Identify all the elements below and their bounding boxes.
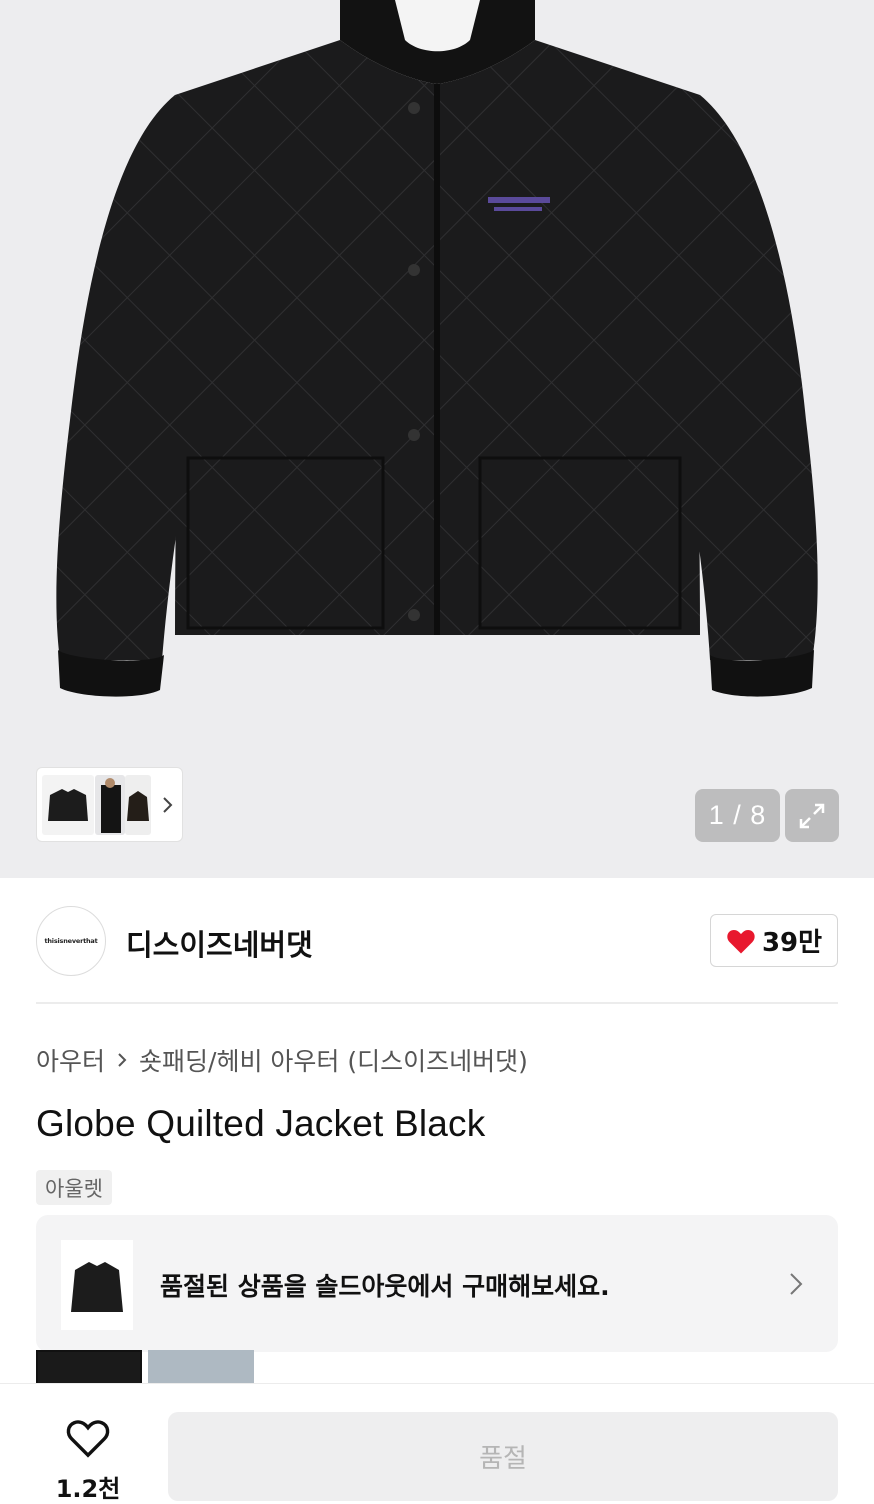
brand-like-button[interactable]: 39만 bbox=[710, 914, 838, 967]
breadcrumb-item-category[interactable]: 숏패딩/헤비 아우터 (디스이즈네버댓) bbox=[139, 1042, 528, 1078]
chevron-right-icon bbox=[118, 1053, 127, 1067]
soldout-banner-text: 품절된 상품을 솔드아웃에서 구매해보세요. bbox=[160, 1272, 610, 1301]
expand-icon bbox=[799, 803, 825, 828]
thumbnail-model[interactable] bbox=[95, 775, 125, 835]
image-counter: 1 / 8 bbox=[695, 789, 780, 842]
outlet-tag: 아울렛 bbox=[36, 1170, 112, 1205]
product-main-image bbox=[56, 0, 818, 697]
soldout-banner[interactable]: 품절된 상품을 솔드아웃에서 구매해보세요. bbox=[36, 1215, 838, 1352]
product-image-gallery[interactable]: 1 / 8 bbox=[0, 0, 874, 878]
heart-filled-icon bbox=[727, 929, 755, 953]
brand-name[interactable]: 디스이즈네버댓 bbox=[126, 922, 313, 964]
wishlist-count: 1.2천 bbox=[55, 1475, 121, 1503]
thumbnail-front[interactable] bbox=[42, 775, 94, 835]
product-title: Globe Quilted Jacket Black bbox=[36, 1103, 486, 1144]
color-option-black[interactable] bbox=[36, 1350, 142, 1386]
color-option-gray[interactable] bbox=[148, 1350, 254, 1386]
thumbnail-strip[interactable] bbox=[36, 767, 183, 842]
soldout-button[interactable]: 품절 bbox=[168, 1412, 838, 1501]
thumbnail-back[interactable] bbox=[125, 775, 151, 835]
expand-button[interactable] bbox=[785, 789, 839, 842]
brand-logo[interactable]: thisisneverthat bbox=[36, 906, 106, 976]
heart-outline-icon bbox=[66, 1420, 110, 1458]
breadcrumb: 아우터 숏패딩/헤비 아우터 (디스이즈네버댓) bbox=[36, 1042, 528, 1078]
chevron-right-icon bbox=[790, 1273, 803, 1295]
wishlist-button[interactable]: 1.2천 bbox=[48, 1417, 128, 1503]
brand-row: thisisneverthat 디스이즈네버댓 39만 bbox=[36, 906, 838, 976]
breadcrumb-item-outer[interactable]: 아우터 bbox=[36, 1042, 105, 1078]
chevron-right-icon[interactable] bbox=[158, 790, 178, 820]
divider bbox=[36, 1002, 838, 1004]
soldout-product-thumbnail bbox=[61, 1240, 133, 1330]
brand-logo-text: thisisneverthat bbox=[44, 937, 98, 945]
color-options bbox=[36, 1350, 256, 1386]
bottom-action-bar: 1.2천 품절 bbox=[0, 1383, 874, 1503]
brand-like-count: 39만 bbox=[761, 928, 823, 958]
